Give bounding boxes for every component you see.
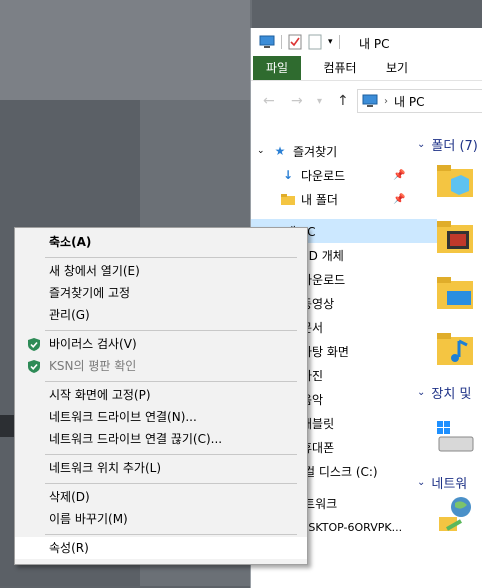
chevron-down-icon: ⌄: [417, 477, 426, 488]
nav-item-label: 내 폴더: [301, 192, 338, 207]
context-menu: 축소(A) 새 창에서 열기(E) 즐겨찾기에 고정 관리(G) 바이러스 검사…: [14, 227, 308, 565]
folder-desktop-icon[interactable]: [435, 273, 475, 313]
address-text: 내 PC: [394, 94, 425, 109]
menu-item-label: KSN의 평판 확인: [49, 359, 137, 373]
menu-separator: [45, 483, 297, 484]
chevron-down-icon: ⌄: [417, 139, 426, 150]
tab-computer[interactable]: 컴퓨터: [313, 56, 367, 80]
ribbon-tabs: 파일 컴퓨터 보기: [251, 56, 482, 81]
customize-toolbar-icon[interactable]: ▾: [328, 37, 333, 47]
title-bar: ▾ 내 PC: [251, 28, 482, 56]
menu-item-properties[interactable]: 속성(R): [15, 537, 307, 559]
pin-icon: 📌: [393, 169, 406, 181]
download-arrow-icon: ↓: [282, 168, 294, 182]
menu-item-pin-to-start[interactable]: 시작 화면에 고정(P): [15, 384, 307, 406]
local-disk-icon[interactable]: [435, 419, 475, 459]
menu-separator: [45, 534, 297, 535]
group-header-devices[interactable]: ⌄ 장치 및: [417, 383, 471, 402]
chevron-down-icon: ⌄: [417, 387, 426, 398]
menu-item-delete[interactable]: 삭제(D): [15, 486, 307, 508]
group-label: 네트워: [431, 477, 468, 492]
menu-item-map-network-drive[interactable]: 네트워크 드라이브 연결(N)...: [15, 406, 307, 428]
content-pane: ⌄ 폴더 (7) ⌄ 장치 및 ⌄ 네트워: [411, 133, 482, 588]
recent-locations-icon[interactable]: ▾: [317, 96, 322, 107]
menu-item-virus-scan[interactable]: 바이러스 검사(V): [15, 333, 307, 355]
menu-separator: [45, 454, 297, 455]
pc-icon: [362, 94, 378, 107]
menu-separator: [45, 330, 297, 331]
menu-item-rename[interactable]: 이름 바꾸기(M): [15, 508, 307, 530]
nav-item-favorites[interactable]: ⌄ ★ 즐겨찾기: [251, 139, 417, 163]
menu-item-add-network-location[interactable]: 네트워크 위치 추가(L): [15, 457, 307, 479]
menu-item-collapse[interactable]: 축소(A): [15, 231, 307, 253]
menu-item-open-new-window[interactable]: 새 창에서 열기(E): [15, 260, 307, 282]
folder-music-icon[interactable]: [435, 329, 475, 369]
forward-arrow-icon[interactable]: →: [291, 93, 303, 109]
network-location-icon[interactable]: [435, 495, 475, 535]
group-header-network[interactable]: ⌄ 네트워: [417, 473, 467, 492]
folder-icon: [279, 193, 297, 206]
address-row: ← → ▾ ↑ › 내 PC: [251, 81, 482, 121]
pin-icon: 📌: [393, 193, 406, 205]
new-folder-icon[interactable]: [308, 34, 322, 50]
taskbar-fragment: [0, 415, 15, 437]
folder-3d-objects-icon[interactable]: [435, 161, 475, 201]
up-arrow-icon[interactable]: ↑: [337, 93, 349, 109]
pc-icon[interactable]: [259, 35, 275, 49]
breadcrumb-chevron-icon: ›: [384, 95, 388, 107]
quick-access-toolbar: ▾: [259, 34, 340, 50]
toolbar-separator: [281, 35, 282, 49]
menu-item-ksn-reputation: KSN의 평판 확인: [15, 355, 307, 377]
menu-separator: [45, 381, 297, 382]
nav-item-label: 바탕 화면: [301, 344, 349, 359]
back-arrow-icon[interactable]: ←: [263, 93, 275, 109]
nav-item-label: 즐겨찾기: [293, 144, 338, 159]
star-icon: ★: [274, 144, 286, 158]
nav-item-label: 다운로드: [301, 168, 346, 183]
folder-videos-icon[interactable]: [435, 217, 475, 257]
group-header-folders[interactable]: ⌄ 폴더 (7): [417, 135, 478, 154]
menu-item-disconnect-network-drive[interactable]: 네트워크 드라이브 연결 끊기(C)...: [15, 428, 307, 450]
menu-separator: [45, 257, 297, 258]
group-label: 장치 및: [431, 387, 472, 402]
tab-file[interactable]: 파일: [253, 56, 301, 80]
group-label: 폴더 (7): [431, 139, 478, 154]
nav-item-label: DESKTOP-6ORVPK...: [293, 520, 403, 534]
menu-item-manage[interactable]: 관리(G): [15, 304, 307, 326]
address-bar[interactable]: › 내 PC: [357, 89, 482, 113]
properties-icon[interactable]: [288, 34, 302, 50]
menu-item-label: 바이러스 검사(V): [49, 337, 137, 351]
menu-item-pin-to-favorites[interactable]: 즐겨찾기에 고정: [15, 282, 307, 304]
toolbar-separator: [338, 35, 340, 49]
window-title: 내 PC: [359, 37, 390, 51]
desktop-shade: [0, 0, 250, 100]
chevron-down-icon: ⌄: [257, 146, 265, 156]
tab-view[interactable]: 보기: [377, 56, 417, 80]
